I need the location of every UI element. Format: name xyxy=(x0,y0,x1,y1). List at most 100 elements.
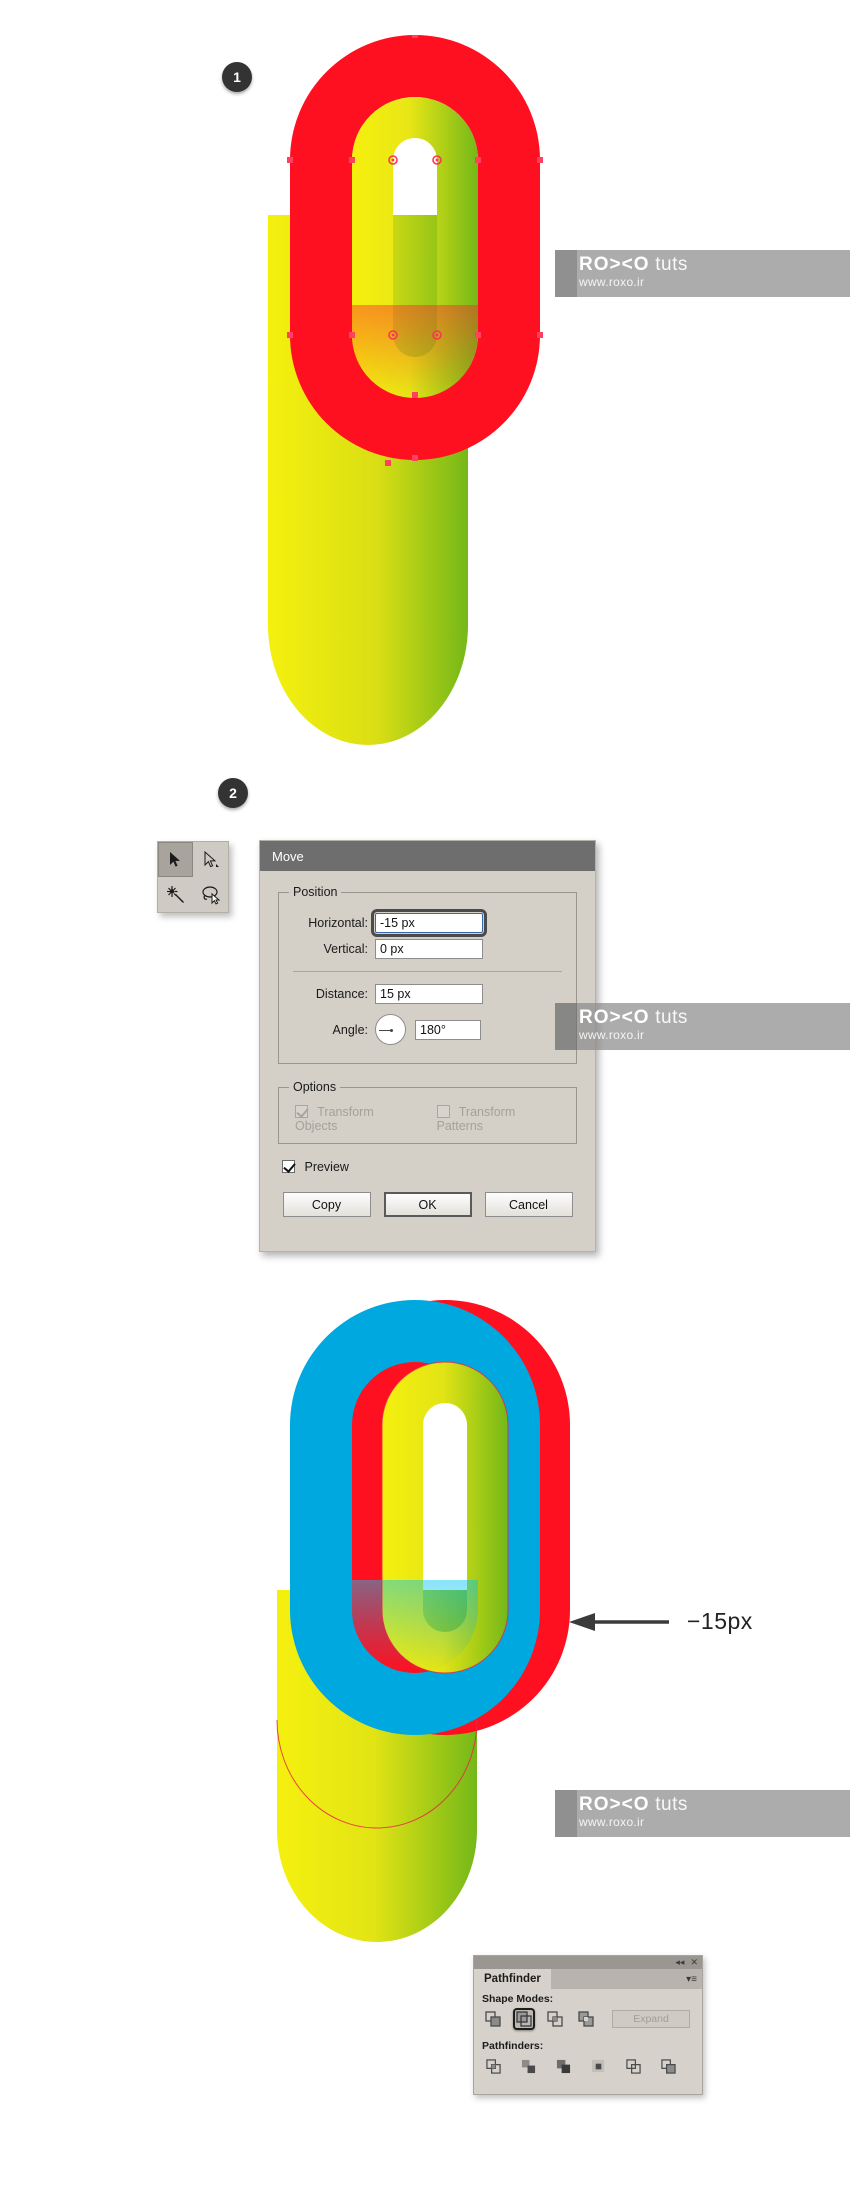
watermark-brand: RO><O tuts xyxy=(579,1794,850,1815)
watermark-url: www.roxo.ir xyxy=(579,275,645,289)
cancel-button[interactable]: Cancel xyxy=(484,1192,573,1217)
angle-input[interactable] xyxy=(415,1019,481,1040)
watermark-brand-light: tuts xyxy=(655,1007,688,1028)
merge-icon xyxy=(556,2059,570,2073)
angle-dial[interactable] xyxy=(375,1014,406,1045)
horizontal-label: Horizontal: xyxy=(308,916,368,930)
preview-checkbox-box[interactable] xyxy=(282,1160,295,1173)
watermark-3: RO><O tuts www.roxo.ir xyxy=(555,1790,850,1837)
shape-mode-intersect[interactable] xyxy=(544,2008,566,2030)
watermark-brand: RO><O tuts xyxy=(579,1007,850,1028)
preview-label: Preview xyxy=(304,1160,349,1174)
pathfinder-outline[interactable] xyxy=(622,2055,644,2077)
ok-button[interactable]: OK xyxy=(383,1192,472,1217)
transform-patterns-checkbox: Transform Patterns xyxy=(436,1105,561,1133)
pathfinder-topbar: ◂◂ ✕ xyxy=(474,1956,702,1969)
horizontal-input[interactable] xyxy=(371,909,487,937)
pathfinder-minus-back[interactable] xyxy=(657,2055,679,2077)
left-arrow-icon xyxy=(569,1612,669,1631)
dialog-title-text: Move xyxy=(272,848,304,864)
offset-annotation: −15px xyxy=(565,1608,753,1635)
step-badge-1: 1 xyxy=(222,62,252,92)
pathfinder-trim[interactable] xyxy=(517,2055,539,2077)
transform-objects-checkbox-box xyxy=(295,1105,308,1118)
selection-arrow-icon xyxy=(169,851,180,867)
watermark-brand-light: tuts xyxy=(655,254,688,275)
transform-objects-checkbox: Transform Objects xyxy=(295,1105,415,1133)
watermark-url: www.roxo.ir xyxy=(579,1815,645,1829)
unite-icon xyxy=(485,2011,501,2027)
watermark-tab xyxy=(555,250,577,297)
angle-dial-center-dot xyxy=(390,1029,393,1032)
dialog-body: Position Horizontal: Vertical: Distance:… xyxy=(260,871,595,1221)
pathfinder-tabbar: Pathfinder ▾≡ xyxy=(474,1969,702,1989)
tool-magic-wand-tool[interactable] xyxy=(158,877,193,912)
pathfinder-divide[interactable] xyxy=(482,2055,504,2077)
watermark-tab xyxy=(555,1790,577,1837)
distance-input[interactable] xyxy=(375,984,483,1004)
watermark-1: RO><O tuts www.roxo.ir xyxy=(555,250,850,297)
vertical-input[interactable] xyxy=(375,939,483,959)
watermark-tab xyxy=(555,1003,577,1050)
position-divider xyxy=(293,971,562,972)
options-group: Options Transform Objects Transform Patt… xyxy=(278,1080,577,1144)
pathfinder-panel[interactable]: ◂◂ ✕ Pathfinder ▾≡ Shape Modes: Expand P… xyxy=(473,1955,703,2095)
transform-patterns-checkbox-box xyxy=(436,1105,450,1118)
exclude-icon xyxy=(578,2011,594,2027)
tool-palette[interactable] xyxy=(157,841,229,913)
shape-mode-unite[interactable] xyxy=(482,2008,504,2030)
expand-button[interactable]: Expand xyxy=(612,2010,690,2028)
preview-checkbox[interactable]: Preview xyxy=(282,1160,577,1174)
panel-menu-icon[interactable]: ▾≡ xyxy=(686,1974,697,1985)
lasso-icon xyxy=(201,885,220,905)
shape-modes-icons: Expand xyxy=(482,2008,694,2030)
pathfinder-crop[interactable] xyxy=(587,2055,609,2077)
step-badge-2: 2 xyxy=(218,778,248,808)
tool-direct-selection-tool[interactable] xyxy=(193,842,228,877)
watermark-brand-bold: RO><O xyxy=(579,254,650,275)
vertical-label: Vertical: xyxy=(323,942,368,956)
watermark-brand-light: tuts xyxy=(655,1794,688,1815)
position-group: Position Horizontal: Vertical: Distance:… xyxy=(278,885,577,1064)
vertical-row: Vertical: xyxy=(289,939,566,959)
horizontal-row: Horizontal: xyxy=(289,909,566,937)
tool-selection-tool[interactable] xyxy=(158,842,193,877)
distance-row: Distance: xyxy=(289,984,566,1004)
shape-modes-label: Shape Modes: xyxy=(482,1993,554,2005)
offset-annotation-label: −15px xyxy=(687,1608,753,1634)
tab-pathfinder[interactable]: Pathfinder xyxy=(474,1969,551,1989)
pathfinders-section: Pathfinders: xyxy=(474,2036,702,2077)
minus-front-icon xyxy=(516,2011,532,2027)
dialog-button-row: Copy OK Cancel xyxy=(278,1192,577,1221)
watermark-brand-bold: RO><O xyxy=(579,1007,650,1028)
dialog-title-bar: Move xyxy=(260,841,595,871)
watermark-brand: RO><O tuts xyxy=(579,254,850,275)
options-row: Transform Objects Transform Patterns xyxy=(289,1102,566,1135)
pathfinder-menu[interactable]: ▾≡ xyxy=(551,1969,702,1989)
divide-icon xyxy=(485,2058,501,2074)
pathfinders-label: Pathfinders: xyxy=(482,2040,544,2052)
shape-modes-section: Shape Modes: Expand xyxy=(474,1989,702,2030)
options-group-label: Options xyxy=(293,1080,337,1094)
artwork-step-1 xyxy=(255,35,595,765)
copy-button[interactable]: Copy xyxy=(282,1192,371,1217)
collapse-icon[interactable]: ◂◂ xyxy=(675,1957,684,1968)
pathfinders-icons xyxy=(482,2055,694,2077)
distance-label: Distance: xyxy=(315,987,368,1001)
position-group-label: Position xyxy=(293,885,338,899)
shape-mode-exclude[interactable] xyxy=(575,2008,597,2030)
trim-icon xyxy=(521,2059,535,2073)
angle-row: Angle: xyxy=(289,1014,566,1045)
pathfinder-merge[interactable] xyxy=(552,2055,574,2077)
close-icon[interactable]: ✕ xyxy=(690,1957,698,1968)
watermark-2: RO><O tuts www.roxo.ir xyxy=(555,1003,850,1050)
watermark-url: www.roxo.ir xyxy=(579,1028,645,1042)
tool-lasso-tool[interactable] xyxy=(193,877,228,912)
intersect-icon xyxy=(547,2011,563,2027)
outline-icon xyxy=(625,2058,641,2074)
shape-mode-minus-front[interactable] xyxy=(513,2008,535,2030)
direct-selection-arrow-icon xyxy=(204,850,219,867)
move-dialog[interactable]: Move Position Horizontal: Vertical: Dist… xyxy=(259,840,596,1252)
magic-wand-icon xyxy=(166,885,184,903)
watermark-brand-bold: RO><O xyxy=(579,1794,650,1815)
